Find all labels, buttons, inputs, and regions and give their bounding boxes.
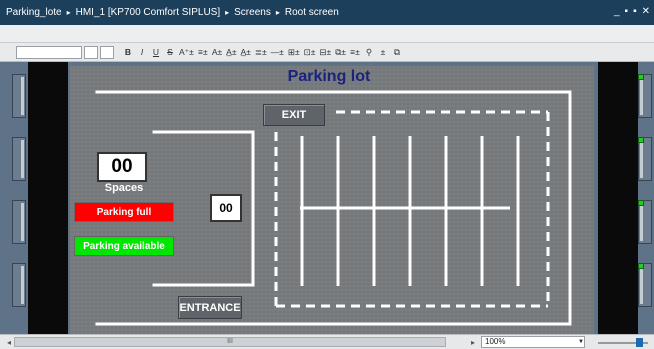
line-color-button[interactable]: A̲± [240, 46, 252, 59]
breadcrumb-device[interactable]: HMI_1 [KP700 Comfort SIPLUS] [76, 7, 221, 18]
font-color-button[interactable]: A± [211, 46, 223, 59]
underline-button[interactable]: U [150, 46, 162, 59]
italic-button[interactable]: I [136, 46, 148, 59]
breadcrumb: Parking_lote ▸ HMI_1 [KP700 Comfort SIPL… [6, 7, 339, 18]
key-led-indicator [638, 263, 644, 269]
font-family-select[interactable] [16, 45, 82, 59]
counter-io-field[interactable]: 00 [210, 194, 242, 222]
zoom-select[interactable]: 100% [481, 336, 585, 348]
align-button[interactable]: ≡± [197, 46, 209, 59]
parking-available-indicator: Parking available [74, 236, 174, 256]
key-led-indicator [638, 200, 644, 206]
breadcrumb-separator: ▸ [275, 8, 280, 17]
title-bar: Parking_lote ▸ HMI_1 [KP700 Comfort SIPL… [0, 0, 654, 25]
key-led-indicator [638, 137, 644, 143]
restore-button[interactable]: ▪ [625, 6, 629, 17]
close-button[interactable]: ✕ [642, 6, 650, 17]
function-key-f3[interactable] [12, 200, 26, 244]
device-frame-right [598, 62, 638, 334]
device-frame-left [28, 62, 68, 334]
background-color-button[interactable]: A̲± [225, 46, 237, 59]
function-key-f5[interactable] [638, 74, 652, 118]
scroll-thumb[interactable]: III [14, 337, 446, 347]
parking-full-indicator: Parking full [74, 202, 174, 222]
breadcrumb-screens[interactable]: Screens [234, 7, 271, 18]
spaces-label: Spaces [104, 182, 144, 194]
same-size-button[interactable]: ⧉± [334, 46, 347, 59]
function-key-f2[interactable] [12, 137, 26, 181]
function-key-f7[interactable] [638, 200, 652, 244]
strikethrough-button[interactable]: S [164, 46, 176, 59]
breadcrumb-separator: ▸ [225, 8, 230, 17]
bold-button[interactable]: B [122, 46, 134, 59]
scroll-right-arrow[interactable]: ▸ [467, 336, 479, 348]
horizontal-scrollbar[interactable]: ◂ III ▸ 100% ▼ [0, 334, 654, 349]
format-toolbar: B I U S A⁺± ≡± A± A̲± A̲± ≣± —± ⊞± ⊡± ⊟±… [0, 43, 654, 62]
function-key-f8[interactable] [638, 263, 652, 307]
font-size-dropdown[interactable] [100, 45, 114, 59]
arrange-button[interactable]: ⊞± [287, 46, 301, 59]
line-style-button[interactable]: ≣± [254, 46, 268, 59]
breadcrumb-project[interactable]: Parking_lote [6, 7, 62, 18]
visibility-button[interactable]: ⚲ [363, 46, 375, 59]
font-size-select[interactable] [84, 45, 98, 59]
editor-ribbon [0, 25, 654, 43]
font-size-grow-button[interactable]: A⁺± [178, 46, 195, 59]
group-button[interactable]: ⊡± [303, 46, 317, 59]
zoom-selection-button[interactable]: ⧉ [391, 46, 403, 59]
zoom-slider-knob[interactable] [636, 338, 643, 347]
function-key-f4[interactable] [12, 263, 26, 307]
breadcrumb-root-screen[interactable]: Root screen [285, 7, 339, 18]
line-width-button[interactable]: —± [270, 46, 285, 59]
spacing-button[interactable]: ≡± [349, 46, 361, 59]
hmi-root-screen: Parking lot EXIT ENTRANCE 00 Spaces 00 P… [70, 66, 594, 334]
entrance-button[interactable]: ENTRANCE [178, 296, 242, 319]
minimize-button[interactable]: _ [614, 6, 620, 17]
layer-button[interactable]: ± [377, 46, 389, 59]
parking-lot-drawing [95, 90, 572, 326]
breadcrumb-separator: ▸ [66, 8, 71, 17]
spaces-io-field[interactable]: 00 [97, 152, 147, 182]
distribute-button[interactable]: ⊟± [318, 46, 332, 59]
function-key-f1[interactable] [12, 74, 26, 118]
screen-title: Parking lot [287, 68, 371, 85]
editor-workspace: Parking lot EXIT ENTRANCE 00 Spaces 00 P… [0, 62, 654, 334]
window-controls: _ ▪ ▪ ✕ [614, 6, 650, 17]
function-key-f6[interactable] [638, 137, 652, 181]
exit-button[interactable]: EXIT [263, 104, 325, 126]
chevron-down-icon[interactable]: ▼ [577, 337, 585, 347]
key-led-indicator [638, 74, 644, 80]
float-button[interactable]: ▪ [633, 6, 637, 17]
